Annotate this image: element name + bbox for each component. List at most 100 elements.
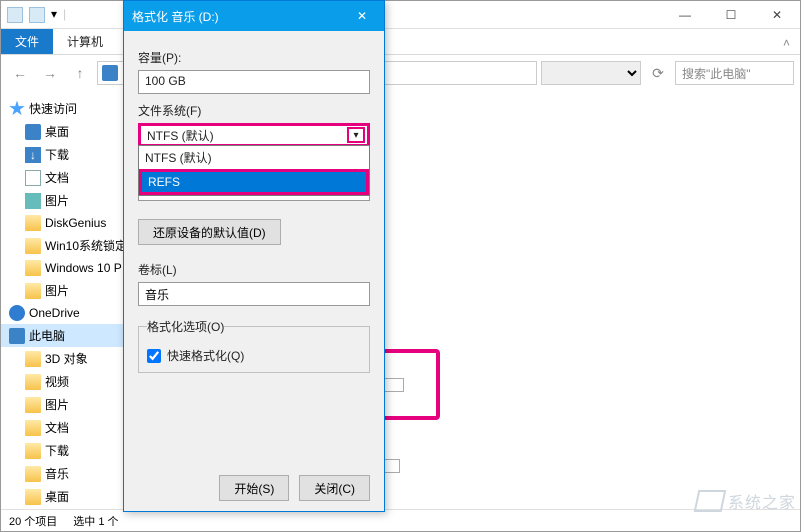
format-options-group: 格式化选项(O) 快速格式化(Q) — [138, 318, 370, 373]
ribbon-collapse-icon[interactable]: ˄ — [773, 32, 800, 54]
qat-dropdown[interactable]: ▾ — [51, 7, 57, 23]
sidebar-item[interactable]: 图片 — [1, 279, 135, 302]
i-star-icon — [9, 101, 25, 117]
sidebar-item-label: 此电脑 — [29, 327, 65, 344]
i-dl-icon — [25, 147, 41, 163]
navigation-pane: 快速访问桌面下载文档图片DiskGeniusWin10系统锁定Windows 1… — [1, 91, 136, 509]
volume-label-input[interactable] — [138, 282, 370, 306]
i-pic-icon — [25, 193, 41, 209]
sidebar-item-label: 视频 — [45, 373, 69, 390]
quick-format-row[interactable]: 快速格式化(Q) — [147, 347, 361, 364]
filesystem-option-refs[interactable]: REFS — [139, 169, 369, 195]
capacity-select[interactable]: 100 GB — [138, 70, 370, 94]
sidebar-item[interactable]: 下载 — [1, 439, 135, 462]
start-button[interactable]: 开始(S) — [219, 475, 289, 501]
capacity-label: 容量(P): — [138, 49, 370, 66]
sidebar-item-label: Windows 10 P — [45, 261, 122, 275]
close-button[interactable]: ✕ — [754, 1, 800, 29]
dialog-title-bar[interactable]: 格式化 音乐 (D:) ✕ — [124, 1, 384, 31]
format-dialog: 格式化 音乐 (D:) ✕ 容量(P): 100 GB 文件系统(F) NTFS… — [123, 0, 385, 512]
quick-access-toolbar: ▾ | — [1, 7, 66, 23]
sidebar-item-label: 快速访问 — [29, 100, 77, 117]
sidebar-item[interactable]: 此电脑 — [1, 324, 135, 347]
chevron-down-icon[interactable]: ▾ — [347, 127, 365, 143]
sidebar-item[interactable]: 下载 — [1, 143, 135, 166]
quick-format-checkbox[interactable] — [147, 349, 161, 363]
sidebar-item[interactable]: 桌面 — [1, 485, 135, 508]
sidebar-item[interactable]: 文档 — [1, 166, 135, 189]
explorer-window: ▾ | — ☐ ✕ 文件 计算机 ˄ ← → ↑ ⟳ 搜索"此电脑" 快速访问桌… — [0, 0, 801, 532]
nav-up-button[interactable]: ↑ — [67, 60, 93, 86]
minimize-button[interactable]: — — [662, 1, 708, 29]
i-folder-icon — [25, 260, 41, 276]
dialog-title: 格式化 音乐 (D:) — [132, 8, 219, 25]
tab-computer[interactable]: 计算机 — [53, 29, 117, 54]
sidebar-item[interactable]: Win10系统锁定 — [1, 234, 135, 257]
i-folder-icon — [25, 215, 41, 231]
i-folder-icon — [25, 466, 41, 482]
sidebar-item-label: Win10系统锁定 — [45, 237, 127, 254]
sidebar-item[interactable]: Windows 10 P — [1, 257, 135, 279]
refresh-button[interactable]: ⟳ — [645, 60, 671, 86]
filesystem-label: 文件系统(F) — [138, 102, 370, 119]
tab-file[interactable]: 文件 — [1, 29, 53, 54]
status-selected: 选中 1 个 — [73, 513, 118, 529]
i-folder-icon — [25, 489, 41, 505]
filesystem-dropdown-list: NTFS (默认) REFS — [138, 145, 370, 196]
search-placeholder: 搜索"此电脑" — [682, 65, 751, 82]
sidebar-item-label: 桌面 — [45, 488, 69, 505]
i-folder-icon — [25, 420, 41, 436]
format-options-legend: 格式化选项(O) — [147, 318, 224, 335]
qat-icon[interactable] — [29, 7, 45, 23]
dialog-close-button[interactable]: 关闭(C) — [299, 475, 370, 501]
nav-back-button[interactable]: ← — [7, 60, 33, 86]
pc-icon — [102, 65, 118, 81]
address-dropdown[interactable] — [541, 61, 641, 85]
status-bar: 20 个项目 选中 1 个 — [1, 509, 800, 531]
sidebar-item[interactable]: 文档 — [1, 416, 135, 439]
dialog-close-icon[interactable]: ✕ — [348, 9, 376, 23]
sidebar-item[interactable]: DiskGenius — [1, 212, 135, 234]
qat-icon[interactable] — [7, 7, 23, 23]
sidebar-item-label: DiskGenius — [45, 216, 106, 230]
i-folder-icon — [25, 238, 41, 254]
restore-defaults-button[interactable]: 还原设备的默认值(D) — [138, 219, 281, 245]
sidebar-item-label: 文档 — [45, 169, 69, 186]
i-cloud-icon — [9, 305, 25, 321]
sidebar-item-label: 桌面 — [45, 123, 69, 140]
sidebar-item-label: 图片 — [45, 396, 69, 413]
window-controls: — ☐ ✕ — [662, 1, 800, 29]
sidebar-item[interactable]: 图片 — [1, 189, 135, 212]
sidebar-item-label: 文档 — [45, 419, 69, 436]
sidebar-item[interactable]: OneDrive — [1, 302, 135, 324]
filesystem-select[interactable]: NTFS (默认) ▾ — [138, 123, 370, 147]
sidebar-item-label: 下载 — [45, 442, 69, 459]
ribbon-tabs: 文件 计算机 ˄ — [1, 29, 800, 55]
sidebar-item-label: 3D 对象 — [45, 350, 88, 367]
nav-forward-button[interactable]: → — [37, 60, 63, 86]
i-desktop-icon — [25, 124, 41, 140]
i-folder-icon — [25, 351, 41, 367]
sidebar-item[interactable]: 桌面 — [1, 120, 135, 143]
filesystem-option-ntfs[interactable]: NTFS (默认) — [139, 146, 369, 169]
sidebar-item-label: 图片 — [45, 192, 69, 209]
sidebar-item[interactable]: 图片 — [1, 393, 135, 416]
status-item-count: 20 个项目 — [9, 513, 57, 529]
sidebar-item-label: OneDrive — [29, 306, 80, 320]
sidebar-item[interactable]: 快速访问 — [1, 97, 135, 120]
watermark: 系统之家 — [696, 489, 796, 513]
volume-label-label: 卷标(L) — [138, 261, 370, 278]
maximize-button[interactable]: ☐ — [708, 1, 754, 29]
sidebar-item-label: 音乐 — [45, 465, 69, 482]
search-box[interactable]: 搜索"此电脑" — [675, 61, 794, 85]
i-folder-icon — [25, 374, 41, 390]
i-folder-icon — [25, 397, 41, 413]
i-doc-icon — [25, 170, 41, 186]
sidebar-item[interactable]: 3D 对象 — [1, 347, 135, 370]
i-folder-icon — [25, 443, 41, 459]
i-pc-icon — [9, 328, 25, 344]
sidebar-item[interactable]: 音乐 — [1, 462, 135, 485]
title-bar: ▾ | — ☐ ✕ — [1, 1, 800, 29]
i-folder-icon — [25, 283, 41, 299]
sidebar-item[interactable]: 视频 — [1, 370, 135, 393]
